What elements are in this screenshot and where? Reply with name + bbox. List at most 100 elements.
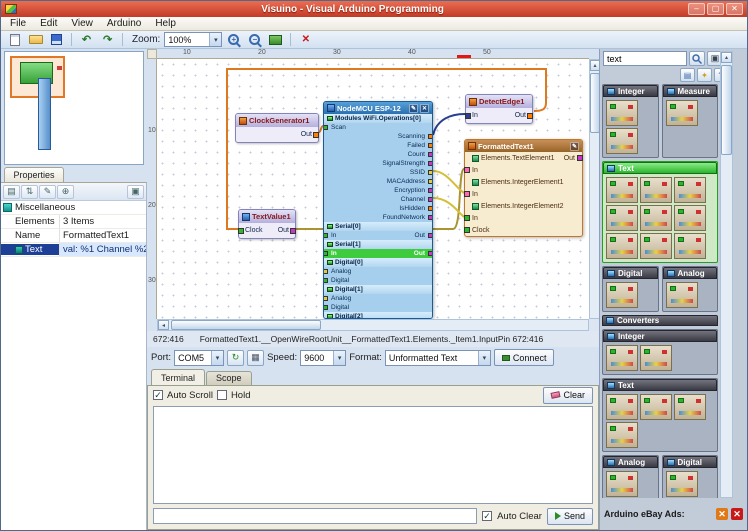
output-pin[interactable] [428,206,433,211]
toolbox-search-input[interactable] [603,51,687,66]
scrollbar-thumb[interactable] [171,320,321,330]
component-header[interactable]: NodeMCU ESP-12 ✎ ✕ [324,102,432,114]
input-pin[interactable] [323,296,328,301]
category-view-button[interactable]: ▤ [3,185,20,199]
output-pin[interactable] [577,155,583,161]
property-value[interactable]: val: %1 Channel %2 [59,243,146,256]
input-pin[interactable] [323,251,328,256]
component-thumbnail[interactable] [606,177,638,203]
component-thumbnail[interactable] [674,205,706,231]
component-thumbnail[interactable] [606,422,638,448]
toolbox-category-header-digital-2[interactable]: Digital [603,267,658,279]
component-thumbnail[interactable] [606,282,638,308]
output-pin[interactable] [428,161,433,166]
input-pin[interactable] [238,228,244,234]
component-thumbnail[interactable] [606,471,638,497]
nodemcu-pin-row[interactable]: FoundNetwork [324,213,432,222]
property-category-row[interactable]: Miscellaneous [1,201,146,215]
component-thumbnail[interactable] [674,177,706,203]
nodemcu-pin-row[interactable]: Digital [324,303,432,312]
toolbox-category-header-text-1[interactable]: Text [603,162,717,174]
nodemcu-group-row[interactable]: Digital[2] [324,312,432,319]
toolbox-category-header-analog-2[interactable]: Analog [663,267,718,279]
tab-scope[interactable]: Scope [206,371,252,385]
formattedtext-row[interactable]: In [465,212,582,224]
undo-button[interactable]: ↶ [77,32,96,48]
save-project-button[interactable] [47,32,66,48]
nodemcu-pin-row[interactable]: MACAddress [324,177,432,186]
menu-view[interactable]: View [64,18,100,29]
toolbox-category-header-analog-6[interactable]: Analog [603,456,658,468]
port-select[interactable]: COM5 ▾ [174,350,224,366]
output-pin[interactable] [527,113,533,119]
nodemcu-pin-row[interactable]: SSID [324,168,432,177]
toolbox-category-header-integer-0[interactable]: Integer [603,85,658,97]
toolbox-category-header-digital-6[interactable]: Digital [663,456,718,468]
toolbox-category-header-text-5[interactable]: Text [603,379,717,391]
component-thumbnail[interactable] [674,394,706,420]
input-pin[interactable] [464,227,470,233]
formattedtext-row[interactable]: In [465,188,582,200]
auto-scroll-checkbox[interactable]: ✓ [153,390,163,400]
component-thumbnail[interactable] [606,233,638,259]
new-project-button[interactable] [5,32,24,48]
nodemcu-pin-row[interactable]: IsHidden [324,204,432,213]
hold-checkbox[interactable] [217,390,227,400]
open-project-button[interactable] [26,32,45,48]
property-value[interactable]: 3 Items [59,215,146,228]
filter-favorites-button[interactable]: ✦ [697,68,712,82]
toolbox-scrollbar[interactable]: ▴ [720,51,733,498]
menu-edit[interactable]: Edit [33,18,64,29]
scroll-up-icon[interactable]: ▴ [721,52,732,63]
nodemcu-pin-row[interactable]: Scan [324,123,432,132]
formattedtext-row[interactable]: Elements.IntegerElement2 [465,200,582,212]
search-button[interactable] [689,51,705,66]
terminal-output[interactable] [153,406,593,504]
component-thumbnail[interactable] [666,282,698,308]
nodemcu-group-row[interactable]: Serial[0] [324,222,432,231]
nodemcu-group-row[interactable]: Serial[1] [324,240,432,249]
redo-button[interactable]: ↶ [98,32,117,48]
speed-select[interactable]: 9600 ▾ [300,350,346,366]
delete-button[interactable]: ✕ [296,32,315,48]
connection-wire[interactable] [433,114,465,135]
input-pin[interactable] [465,113,471,119]
arduino-board-button[interactable] [266,32,285,48]
nodemcu-pin-row[interactable]: SignalStrength [324,159,432,168]
connection-wire[interactable] [433,171,464,193]
nodemcu-pin-row[interactable]: InOut [324,231,432,240]
nodemcu-pin-row[interactable]: Analog [324,267,432,276]
design-canvas[interactable]: ClockGenerator1 Out TextValue1 Clock Out [157,59,589,319]
output-pin[interactable] [428,179,433,184]
nodemcu-pin-row[interactable]: Analog [324,294,432,303]
nodemcu-pin-row[interactable]: Scanning [324,132,432,141]
minimize-button[interactable]: – [688,3,705,15]
send-input[interactable] [153,508,477,524]
edit-property-button[interactable]: ✎ [39,185,56,199]
design-minimap[interactable] [4,51,144,165]
property-row-text[interactable]: Textval: %1 Channel %2 [1,243,146,257]
output-pin[interactable] [428,215,433,220]
component-thumbnail[interactable] [640,394,672,420]
component-thumbnail[interactable] [606,205,638,231]
output-pin[interactable] [428,251,433,256]
component-thumbnail[interactable] [640,345,672,371]
edit-icon[interactable]: ✎ [570,142,579,151]
component-thumbnail[interactable] [606,128,638,154]
component-thumbnail[interactable] [666,471,698,497]
output-pin[interactable] [290,228,296,234]
component-thumbnail[interactable] [640,177,672,203]
input-pin[interactable] [323,278,328,283]
menu-file[interactable]: File [3,18,33,29]
component-textvalue1[interactable]: TextValue1 Clock Out [238,209,296,239]
pin-panel-button[interactable]: ▣ [127,185,144,199]
toolbox-category-header-integer-4[interactable]: Integer [603,330,717,342]
send-button[interactable]: Send [547,508,593,525]
nodemcu-group-row[interactable]: Modules WiFi.Operations[0] [324,114,432,123]
menu-help[interactable]: Help [148,18,183,29]
output-pin[interactable] [428,188,433,193]
toolbox-category-header-measure-0[interactable]: Measure [663,85,718,97]
input-pin[interactable] [323,125,328,130]
component-thumbnail[interactable] [640,233,672,259]
component-nodemcu[interactable]: NodeMCU ESP-12 ✎ ✕ Modules WiFi.Operatio… [323,101,433,319]
